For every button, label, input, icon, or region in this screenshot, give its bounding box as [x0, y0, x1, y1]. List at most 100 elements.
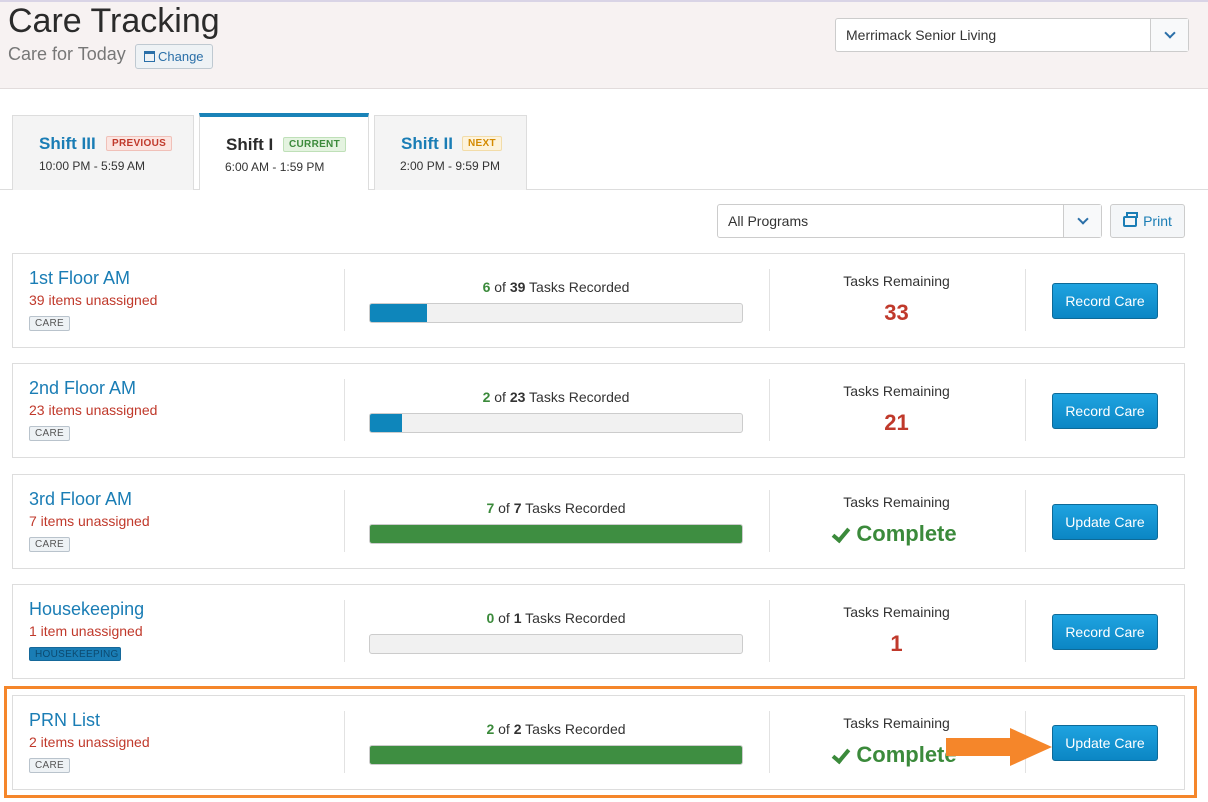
- tab-shift-ii[interactable]: Shift II NEXT 2:00 PM - 9:59 PM: [374, 115, 527, 190]
- unassigned-count: 2 items unassigned: [29, 734, 150, 750]
- card-title-link[interactable]: 2nd Floor AM: [29, 378, 136, 399]
- recorded-text: Tasks Recorded: [525, 610, 626, 626]
- tab-badge-next: NEXT: [462, 136, 502, 151]
- program-tag: CARE: [29, 758, 70, 773]
- divider: [769, 269, 770, 331]
- divider: [344, 711, 345, 773]
- divider: [769, 711, 770, 773]
- divider: [344, 600, 345, 662]
- record-care-button[interactable]: Record Care: [1052, 283, 1158, 319]
- progress-bar: [369, 745, 743, 765]
- of-text: of: [494, 279, 506, 295]
- tasks-done-count: 6: [482, 279, 491, 295]
- tasks-recorded-label: 0 of 1 Tasks Recorded: [369, 610, 743, 626]
- tasks-recorded-label: 7 of 7 Tasks Recorded: [369, 500, 743, 516]
- tab-badge-current: CURRENT: [283, 137, 346, 152]
- programs-select-value: All Programs: [728, 213, 809, 229]
- tasks-recorded-label: 2 of 2 Tasks Recorded: [369, 721, 743, 737]
- tab-time: 6:00 AM - 1:59 PM: [225, 160, 325, 174]
- page-header: Care Tracking Care for Today Change Merr…: [0, 0, 1208, 89]
- change-date-button[interactable]: Change: [135, 44, 213, 69]
- divider: [769, 600, 770, 662]
- program-tag: CARE: [29, 316, 70, 331]
- tasks-total-count: 2: [513, 721, 522, 737]
- progress-bar-fill: [370, 414, 403, 432]
- tasks-remaining-label: Tasks Remaining: [843, 383, 950, 399]
- divider: [769, 379, 770, 441]
- divider: [1025, 490, 1026, 552]
- tasks-done-count: 2: [486, 721, 495, 737]
- printer-icon: [1123, 211, 1139, 227]
- tasks-remaining-text: 21: [884, 410, 909, 435]
- tasks-remaining-text: 1: [890, 631, 903, 656]
- print-button[interactable]: Print: [1110, 204, 1185, 238]
- update-care-button[interactable]: Update Care: [1052, 504, 1158, 540]
- tasks-remaining-text: Complete: [856, 521, 957, 546]
- care-list-card: 2nd Floor AM 23 items unassigned CARE 2 …: [12, 363, 1185, 458]
- chevron-down-icon: [1163, 27, 1176, 39]
- community-select-value: Merrimack Senior Living: [846, 27, 997, 43]
- divider: [344, 379, 345, 441]
- card-title-link[interactable]: 3rd Floor AM: [29, 489, 132, 510]
- of-text: of: [498, 610, 510, 626]
- tasks-remaining-value: 33: [793, 300, 1000, 326]
- of-text: of: [498, 500, 510, 516]
- print-label: Print: [1143, 213, 1172, 229]
- checkmark-icon: [832, 523, 851, 543]
- page-subtitle: Care for Today: [8, 44, 126, 64]
- care-list-card: Housekeeping 1 item unassigned HOUSEKEEP…: [12, 584, 1185, 679]
- update-care-button[interactable]: Update Care: [1052, 725, 1158, 761]
- tasks-total-count: 7: [513, 500, 522, 516]
- tasks-total-count: 23: [509, 389, 526, 405]
- tab-badge-previous: PREVIOUS: [106, 136, 173, 151]
- of-text: of: [494, 389, 506, 405]
- program-tag: CARE: [29, 537, 70, 552]
- tab-name: Shift II: [401, 134, 453, 153]
- chevron-down-icon: [1076, 213, 1089, 225]
- progress-bar: [369, 634, 743, 654]
- tab-name: Shift I: [226, 135, 274, 154]
- care-list-card: 3rd Floor AM 7 items unassigned CARE 7 o…: [12, 474, 1185, 569]
- checkmark-icon: [832, 744, 851, 764]
- change-date-label: Change: [158, 49, 204, 64]
- tab-time: 2:00 PM - 9:59 PM: [400, 159, 501, 173]
- tasks-remaining-label: Tasks Remaining: [843, 494, 950, 510]
- recorded-text: Tasks Recorded: [529, 389, 630, 405]
- tasks-remaining-label: Tasks Remaining: [843, 273, 950, 289]
- divider: [1025, 379, 1026, 441]
- tasks-remaining-text: 33: [884, 300, 909, 325]
- programs-select[interactable]: All Programs: [717, 204, 1102, 238]
- tasks-total-count: 1: [513, 610, 522, 626]
- divider: [344, 269, 345, 331]
- record-care-button[interactable]: Record Care: [1052, 393, 1158, 429]
- recorded-text: Tasks Recorded: [529, 279, 630, 295]
- community-select-toggle[interactable]: [1150, 19, 1188, 51]
- progress-bar-fill: [370, 304, 428, 322]
- tab-shift-iii[interactable]: Shift III PREVIOUS 10:00 PM - 5:59 AM: [12, 115, 194, 190]
- tab-shift-i[interactable]: Shift I CURRENT 6:00 AM - 1:59 PM: [199, 113, 369, 190]
- progress-bar: [369, 303, 743, 323]
- recorded-text: Tasks Recorded: [525, 500, 626, 516]
- tab-time: 10:00 PM - 5:59 AM: [39, 159, 146, 173]
- unassigned-count: 7 items unassigned: [29, 513, 150, 529]
- card-title-link[interactable]: PRN List: [29, 710, 100, 731]
- program-tag: HOUSEKEEPING: [29, 647, 121, 661]
- tasks-remaining-value: 21: [793, 410, 1000, 436]
- unassigned-count: 39 items unassigned: [29, 292, 158, 308]
- progress-bar-fill: [370, 525, 742, 543]
- tasks-remaining-text: Complete: [856, 742, 957, 767]
- divider: [769, 490, 770, 552]
- tasks-done-count: 0: [486, 610, 495, 626]
- tasks-remaining-value: 1: [793, 631, 1000, 657]
- tasks-done-count: 2: [482, 389, 491, 405]
- card-title-link[interactable]: Housekeeping: [29, 599, 144, 620]
- community-select[interactable]: Merrimack Senior Living: [835, 18, 1189, 52]
- card-title-link[interactable]: 1st Floor AM: [29, 268, 130, 289]
- record-care-button[interactable]: Record Care: [1052, 614, 1158, 650]
- divider: [1025, 600, 1026, 662]
- divider: [344, 490, 345, 552]
- program-tag: CARE: [29, 426, 70, 441]
- programs-select-toggle[interactable]: [1063, 205, 1101, 237]
- care-list-card: 1st Floor AM 39 items unassigned CARE 6 …: [12, 253, 1185, 348]
- progress-bar: [369, 524, 743, 544]
